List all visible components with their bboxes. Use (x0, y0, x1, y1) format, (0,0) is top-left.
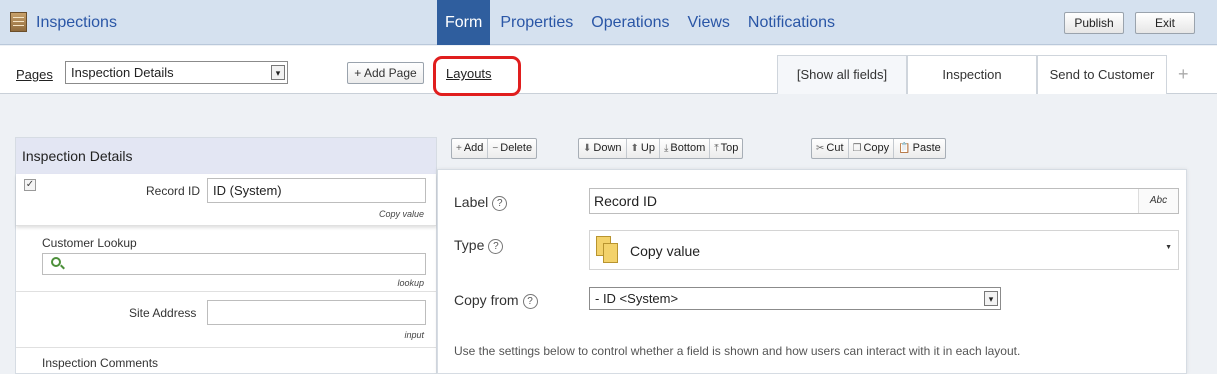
delete-button[interactable]: − Delete (488, 139, 536, 158)
copy-from-caption: Copy from? (454, 292, 538, 309)
top-label: Top (720, 142, 739, 154)
form-field-row[interactable]: Customer Lookup lookup (16, 226, 436, 292)
toolbar-add-delete: + Add − Delete (451, 138, 538, 159)
label-input[interactable]: Record ID Abc (589, 188, 1179, 214)
type-value: Copy value (630, 243, 701, 259)
app-title[interactable]: Inspections (36, 14, 117, 32)
plus-icon: + (456, 143, 462, 154)
help-icon[interactable]: ? (522, 294, 538, 309)
field-type: lookup (397, 278, 424, 288)
paste-button[interactable]: 📋 Paste (894, 139, 945, 158)
copy-from-value: - ID <System> (595, 291, 679, 306)
add-page-button[interactable]: + Add Page (347, 62, 424, 84)
text-format-icon[interactable]: Abc (1138, 189, 1178, 213)
add-layout-icon[interactable]: + (1178, 64, 1189, 85)
label-caption-text: Label (454, 194, 489, 210)
tab-inspection[interactable]: Inspection (907, 55, 1037, 94)
help-icon[interactable]: ? (492, 196, 508, 211)
move-down-button[interactable]: ⬇ Down (579, 139, 627, 158)
form-field-row[interactable]: Site Address input (16, 292, 436, 348)
move-bottom-button[interactable]: ⤓ Bottom (660, 139, 711, 158)
arrow-up-icon: ⬆ (630, 143, 639, 154)
minus-icon: − (492, 143, 499, 154)
nav-notifications[interactable]: Notifications (740, 0, 843, 45)
paste-label: Paste (912, 142, 941, 154)
app-logo-icon (10, 12, 27, 32)
nav-views[interactable]: Views (680, 0, 738, 45)
field-input[interactable]: ID (System) (207, 178, 426, 203)
copy-button[interactable]: ❐ Copy (849, 139, 895, 158)
tab-send-to-customer[interactable]: Send to Customer (1037, 55, 1167, 94)
chevron-down-icon: ▾ (984, 291, 998, 306)
type-dropdown[interactable]: Copy value ▼ (589, 230, 1179, 270)
pages-label[interactable]: Pages (16, 67, 53, 82)
label-input-value: Record ID (594, 193, 658, 209)
main-nav: Form Properties Operations Views Notific… (437, 0, 845, 45)
tab-show-all-fields[interactable]: [Show all fields] (777, 55, 907, 94)
arrow-top-icon: ⤒ (714, 143, 719, 154)
field-label: Inspection Comments (42, 356, 159, 370)
type-caption: Type? (454, 237, 504, 254)
copy-icon: ❐ (852, 143, 862, 154)
arrow-bottom-icon: ⤓ (663, 143, 669, 154)
move-top-button[interactable]: ⤒ Top (710, 139, 742, 158)
checkbox[interactable]: ✓ (24, 179, 36, 191)
field-input[interactable] (207, 300, 426, 325)
field-label: Record ID (146, 184, 201, 198)
bottom-label: Bottom (670, 142, 706, 154)
exit-button[interactable]: Exit (1135, 12, 1195, 34)
lookup-input[interactable] (42, 253, 426, 275)
copy-from-dropdown[interactable]: - ID <System> ▾ (589, 287, 1001, 310)
pages-dropdown[interactable]: Inspection Details ▾ (65, 61, 288, 84)
highlight-annotation (433, 56, 521, 96)
copy-label: Copy (863, 142, 890, 154)
add-button[interactable]: + Add (452, 139, 489, 158)
chevron-down-icon: ▾ (271, 65, 285, 80)
search-icon (51, 257, 61, 267)
form-preview-panel: Inspection Details ✓ Record ID ID (Syste… (15, 137, 437, 374)
arrow-down-icon: ⬇ (583, 143, 592, 154)
chevron-down-icon: ▼ (1165, 244, 1172, 251)
field-label: Site Address (129, 306, 197, 320)
nav-properties[interactable]: Properties (492, 0, 581, 45)
publish-button[interactable]: Publish (1064, 12, 1124, 34)
field-type: Copy value (378, 209, 424, 219)
cut-label: Cut (826, 142, 844, 154)
form-field-row[interactable]: Inspection Comments (16, 348, 436, 374)
toolbar-clipboard: ✂ Cut ❐ Copy 📋 Paste (811, 138, 946, 159)
top-bar: Inspections Form Properties Operations V… (0, 0, 1217, 45)
help-icon[interactable]: ? (488, 239, 504, 254)
move-up-button[interactable]: ⬆ Up (627, 139, 660, 158)
toolbar-move: ⬇ Down ⬆ Up ⤓ Bottom ⤒ Top (578, 138, 744, 159)
nav-form[interactable]: Form (437, 0, 491, 45)
copy-value-icon (596, 236, 620, 264)
down-label: Down (593, 142, 622, 154)
cut-button[interactable]: ✂ Cut (812, 139, 849, 158)
field-type: input (404, 330, 424, 340)
copy-from-caption-text: Copy from (454, 292, 519, 308)
section-title[interactable]: Inspection Details (16, 138, 436, 174)
layout-help-text: Use the settings below to control whethe… (454, 344, 1021, 358)
up-label: Up (640, 142, 655, 154)
label-caption: Label? (454, 194, 508, 211)
delete-label: Delete (500, 142, 533, 154)
form-field-row[interactable]: ✓ Record ID ID (System) Copy value (16, 174, 436, 226)
type-caption-text: Type (454, 237, 485, 253)
nav-operations[interactable]: Operations (583, 0, 677, 45)
add-label: Add (463, 142, 484, 154)
field-properties-panel: Label? Record ID Abc Type? Copy value ▼ … (437, 169, 1187, 374)
scissors-icon: ✂ (816, 143, 825, 154)
field-label: Customer Lookup (42, 236, 137, 250)
page-layout-bar: Pages Inspection Details ▾ + Add Page La… (0, 46, 1217, 96)
pages-dropdown-value: Inspection Details (71, 65, 174, 80)
clipboard-icon: 📋 (898, 143, 911, 154)
